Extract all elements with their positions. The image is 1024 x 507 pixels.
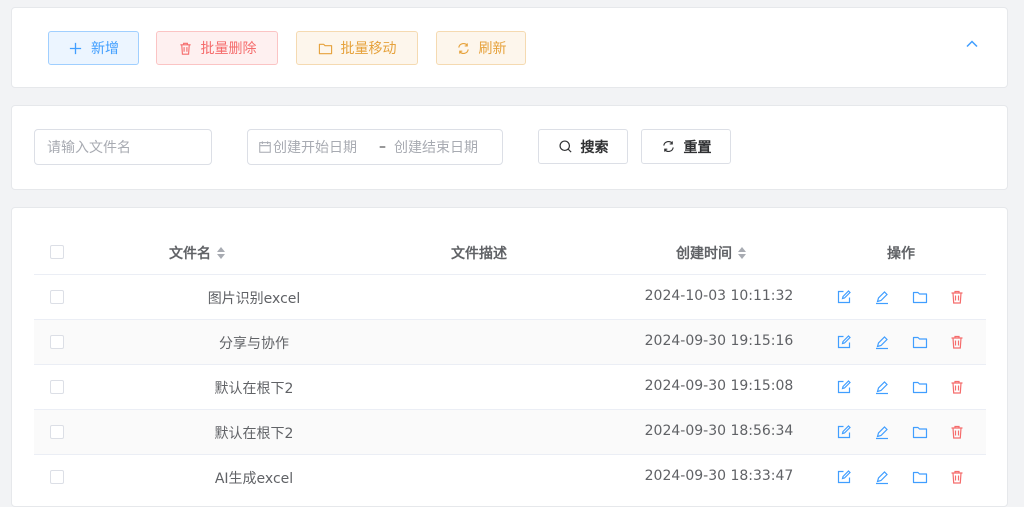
search-button[interactable]: 搜索 [538,129,628,164]
search-icon [558,140,572,153]
delete-button[interactable] [949,469,965,485]
folder-icon [912,334,928,350]
file-name-cell: 图片识别excel [207,291,301,307]
move-button[interactable] [912,469,928,485]
folder-icon [912,379,928,395]
trash-icon [949,424,965,440]
chevron-up-icon[interactable] [964,36,980,52]
created-time-cell: 2024-09-30 18:56:34 [644,423,794,439]
trash-icon [949,469,965,485]
row-checkbox[interactable] [50,335,64,349]
filename-search-input[interactable]: 请输入文件名 [34,129,212,165]
file-name-cell: AI生成excel [214,471,294,487]
table-row[interactable]: 默认在根下2 2024-09-30 18:56:34 [34,409,986,454]
pen-icon [874,469,890,485]
pen-icon [874,424,890,440]
calendar-icon [259,141,271,153]
refresh-button[interactable]: 刷新 [436,31,526,65]
toolbar-card: 新增 批量删除 批量移动 刷新 [11,7,1008,88]
pen-icon [874,379,890,395]
trash-icon [179,42,191,55]
rename-button[interactable] [874,334,890,350]
edit-icon [836,424,852,440]
end-date-placeholder[interactable]: 创建结束日期 [394,137,486,157]
edit-button[interactable] [836,379,852,395]
batch-delete-button[interactable]: 批量删除 [156,31,278,65]
column-header-description: 文件描述 [451,246,507,262]
folder-icon [912,424,928,440]
rename-button[interactable] [874,289,890,305]
reset-button[interactable]: 重置 [641,129,731,164]
date-range-picker[interactable]: 创建开始日期 – 创建结束日期 [247,129,503,165]
move-button[interactable] [912,379,928,395]
file-name-cell: 默认在根下2 [214,426,294,442]
edit-button[interactable] [836,469,852,485]
created-time-cell: 2024-10-03 10:11:32 [644,288,794,304]
move-button[interactable] [912,424,928,440]
rename-button[interactable] [874,379,890,395]
edit-icon [836,379,852,395]
folder-icon [912,289,928,305]
batch-delete-label: 批量删除 [200,41,257,57]
select-all-checkbox[interactable] [50,245,64,259]
refresh-icon [457,42,469,54]
edit-button[interactable] [836,289,852,305]
date-separator: – [379,139,386,155]
sort-icon[interactable] [217,247,225,259]
row-checkbox[interactable] [50,470,64,484]
table-row[interactable]: 图片识别excel 2024-10-03 10:11:32 [34,274,986,319]
batch-move-label: 批量移动 [340,41,397,57]
refresh-icon [662,141,674,152]
row-checkbox[interactable] [50,425,64,439]
table-row[interactable]: 分享与协作 2024-09-30 19:15:16 [34,319,986,364]
plus-icon [69,42,82,54]
filename-placeholder: 请输入文件名 [47,140,131,156]
delete-button[interactable] [949,424,965,440]
edit-icon [836,334,852,350]
edit-icon [836,469,852,485]
search-card: 请输入文件名 创建开始日期 – 创建结束日期 搜索 重置 [11,105,1008,190]
batch-move-button[interactable]: 批量移动 [296,31,418,65]
table-row[interactable]: 默认在根下2 2024-09-30 19:15:08 [34,364,986,409]
sort-icon[interactable] [738,247,746,259]
move-button[interactable] [912,334,928,350]
column-header-actions: 操作 [887,246,915,262]
rename-button[interactable] [874,424,890,440]
delete-button[interactable] [949,289,965,305]
created-time-cell: 2024-09-30 19:15:16 [644,333,794,349]
search-button-label: 搜索 [580,139,609,156]
trash-icon [949,379,965,395]
table-row[interactable]: AI生成excel 2024-09-30 18:33:47 [34,454,986,499]
add-button-label: 新增 [91,41,119,57]
trash-icon [949,289,965,305]
column-header-name[interactable]: 文件名 [169,243,225,263]
row-checkbox[interactable] [50,380,64,394]
reset-button-label: 重置 [683,139,712,156]
file-name-cell: 分享与协作 [219,336,289,352]
add-button[interactable]: 新增 [48,31,139,65]
trash-icon [949,334,965,350]
file-name-cell: 默认在根下2 [214,381,294,397]
folder-icon [912,469,928,485]
folder-icon [318,43,332,54]
pen-icon [874,289,890,305]
created-time-cell: 2024-09-30 18:33:47 [644,468,794,484]
rename-button[interactable] [874,469,890,485]
move-button[interactable] [912,289,928,305]
edit-icon [836,289,852,305]
delete-button[interactable] [949,379,965,395]
row-checkbox[interactable] [50,290,64,304]
start-date-placeholder[interactable]: 创建开始日期 [273,137,371,157]
delete-button[interactable] [949,334,965,350]
pen-icon [874,334,890,350]
refresh-label: 刷新 [478,41,507,57]
edit-button[interactable] [836,424,852,440]
created-time-cell: 2024-09-30 19:15:08 [644,378,794,394]
edit-button[interactable] [836,334,852,350]
column-header-created[interactable]: 创建时间 [676,243,746,263]
